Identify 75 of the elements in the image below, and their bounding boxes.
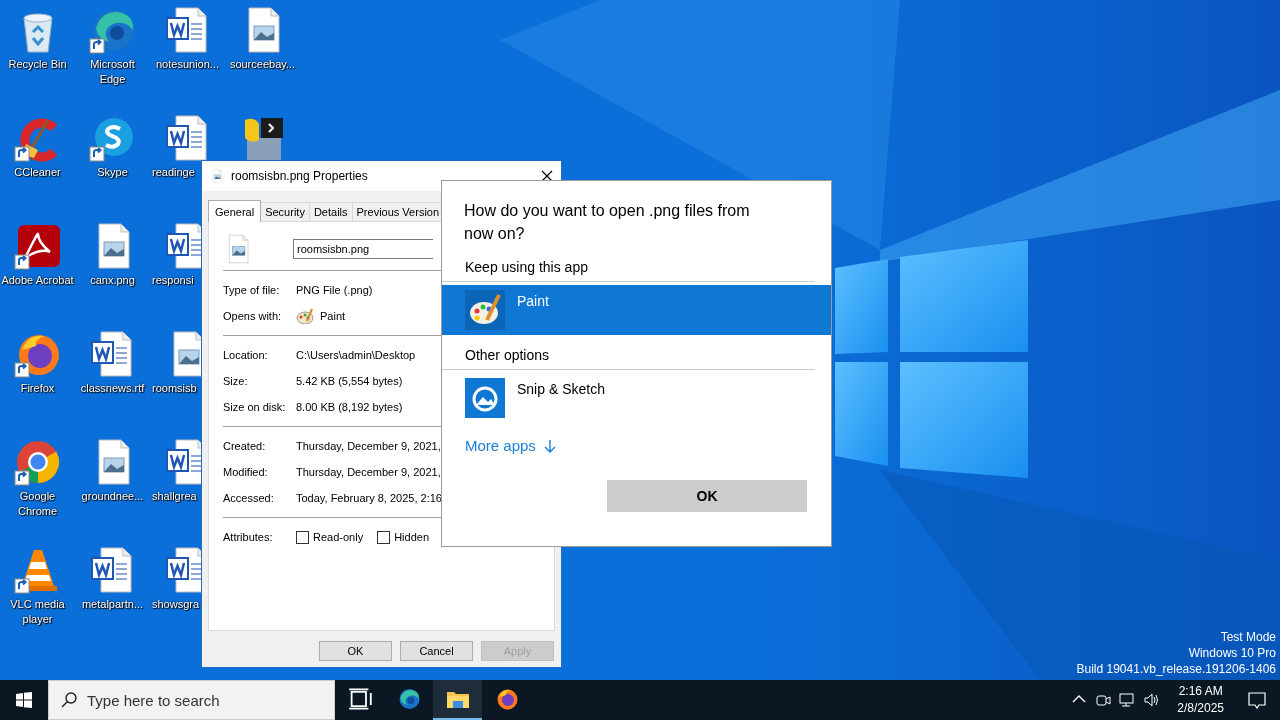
task-view-icon xyxy=(347,687,372,711)
desktop-icon-label[interactable]: readinge xyxy=(152,165,195,180)
desktop-icon-label[interactable]: Microsoft Edge xyxy=(76,57,149,87)
pdf-icon[interactable] xyxy=(13,222,62,270)
notification-icon[interactable] xyxy=(1248,691,1266,709)
system-text: Build 19041.vb_release.191206-1406 xyxy=(1076,661,1276,677)
desktop-icon-label[interactable]: Recycle Bin xyxy=(1,57,74,72)
dialog-button[interactable]: Cancel xyxy=(400,641,473,661)
desktop-icon-label[interactable]: shallgrea xyxy=(152,489,197,504)
app-list-item[interactable]: Snip & Sketch xyxy=(442,373,831,423)
desktop-icon-label[interactable]: responsi xyxy=(152,273,194,288)
taskbar-app[interactable] xyxy=(433,680,482,720)
checkbox-label[interactable]: Hidden xyxy=(394,531,429,543)
paint-palette-icon xyxy=(465,290,505,330)
ok-button[interactable]: OK xyxy=(607,480,807,512)
field-label: Location: xyxy=(223,349,269,361)
speaker-icon[interactable] xyxy=(1143,692,1160,708)
windows-logo-icon xyxy=(16,692,32,708)
section-heading: Keep using this app xyxy=(442,245,815,282)
desktop-icon-label[interactable]: Google Chrome xyxy=(1,489,74,519)
search-icon xyxy=(61,692,77,708)
image-file-icon xyxy=(210,169,224,183)
camera-icon[interactable] xyxy=(1095,692,1112,708)
field-label: Size on disk: xyxy=(223,401,287,413)
clock-date: 2/8/2025 xyxy=(1177,700,1224,717)
snip-sketch-icon xyxy=(465,378,505,418)
field-value: C:\Users\admin\Desktop xyxy=(296,349,416,361)
close-icon[interactable] xyxy=(541,170,553,182)
desktop-icon-label[interactable]: sourceebay... xyxy=(226,57,299,72)
dialog-button[interactable]: OK xyxy=(319,641,392,661)
desktop-icon-label[interactable]: metalpartn... xyxy=(76,597,149,612)
field-value: Today, February 8, 2025, 2:16 xyxy=(296,492,442,504)
search-field[interactable]: Type here to search xyxy=(48,680,335,720)
desktop-icon-label[interactable]: Firefox xyxy=(1,381,74,396)
field-value: 8.00 KB (8,192 bytes) xyxy=(296,401,403,413)
desktop-icon-label[interactable]: showsgra xyxy=(152,597,200,612)
checkbox[interactable] xyxy=(377,530,391,544)
field-label: Opens with: xyxy=(223,310,283,322)
desktop-icon-label[interactable]: groundnee... xyxy=(76,489,149,504)
field-value: Thursday, December 9, 2021, xyxy=(296,466,441,478)
dialog-heading: How do you want to open .png files from now on? xyxy=(463,201,751,244)
file-name-field[interactable]: roomsisbn.png xyxy=(293,239,433,259)
arrow-down-icon xyxy=(543,438,556,453)
field-label: Size: xyxy=(223,375,249,387)
more-apps-link[interactable]: More apps xyxy=(442,423,556,454)
chrome-icon[interactable] xyxy=(13,438,62,486)
field-value: Thursday, December 9, 2021, xyxy=(296,440,441,452)
system-text: Test Mode xyxy=(1220,629,1276,645)
field-value: 5.42 KB (5,554 bytes) xyxy=(296,375,403,387)
checkbox[interactable] xyxy=(296,530,309,544)
clock-time: 2:16 AM xyxy=(1178,683,1223,700)
desktop-icon-label[interactable]: notesunion... xyxy=(151,57,224,72)
field-label: Created: xyxy=(223,440,267,452)
field-value: PNG File (.png) xyxy=(296,284,373,296)
window-title: roomsisbn.png Properties xyxy=(231,169,369,183)
field-value: Paint xyxy=(320,310,346,322)
tab[interactable]: General xyxy=(208,200,262,222)
checkbox-label[interactable]: Read-only xyxy=(313,531,364,543)
desktop-icon-label[interactable]: canx.png xyxy=(76,273,149,288)
field-label: Type of file: xyxy=(223,284,281,296)
desktop-icon-label[interactable]: Skype xyxy=(76,165,149,180)
section-heading: Other options xyxy=(442,335,815,370)
desktop-icon-label[interactable]: roomsisb xyxy=(152,381,197,396)
network-icon[interactable] xyxy=(1119,692,1136,708)
field-label: Modified: xyxy=(223,466,269,478)
desktop-icon-label[interactable]: CCleaner xyxy=(1,165,74,180)
desktop-icon-label[interactable]: VLC media player xyxy=(1,597,74,627)
system-text: Windows 10 Pro xyxy=(1188,645,1276,661)
desktop-icon-label[interactable]: classnews.rtf xyxy=(76,381,149,396)
app-list-item[interactable]: Paint xyxy=(442,285,831,335)
paint-palette-icon xyxy=(296,308,314,324)
tab[interactable]: Security xyxy=(260,202,310,221)
field-label: Accessed: xyxy=(223,492,275,504)
field-label: Attributes: xyxy=(223,531,274,543)
desktop-icon-label[interactable]: Adobe Acrobat xyxy=(1,273,74,288)
